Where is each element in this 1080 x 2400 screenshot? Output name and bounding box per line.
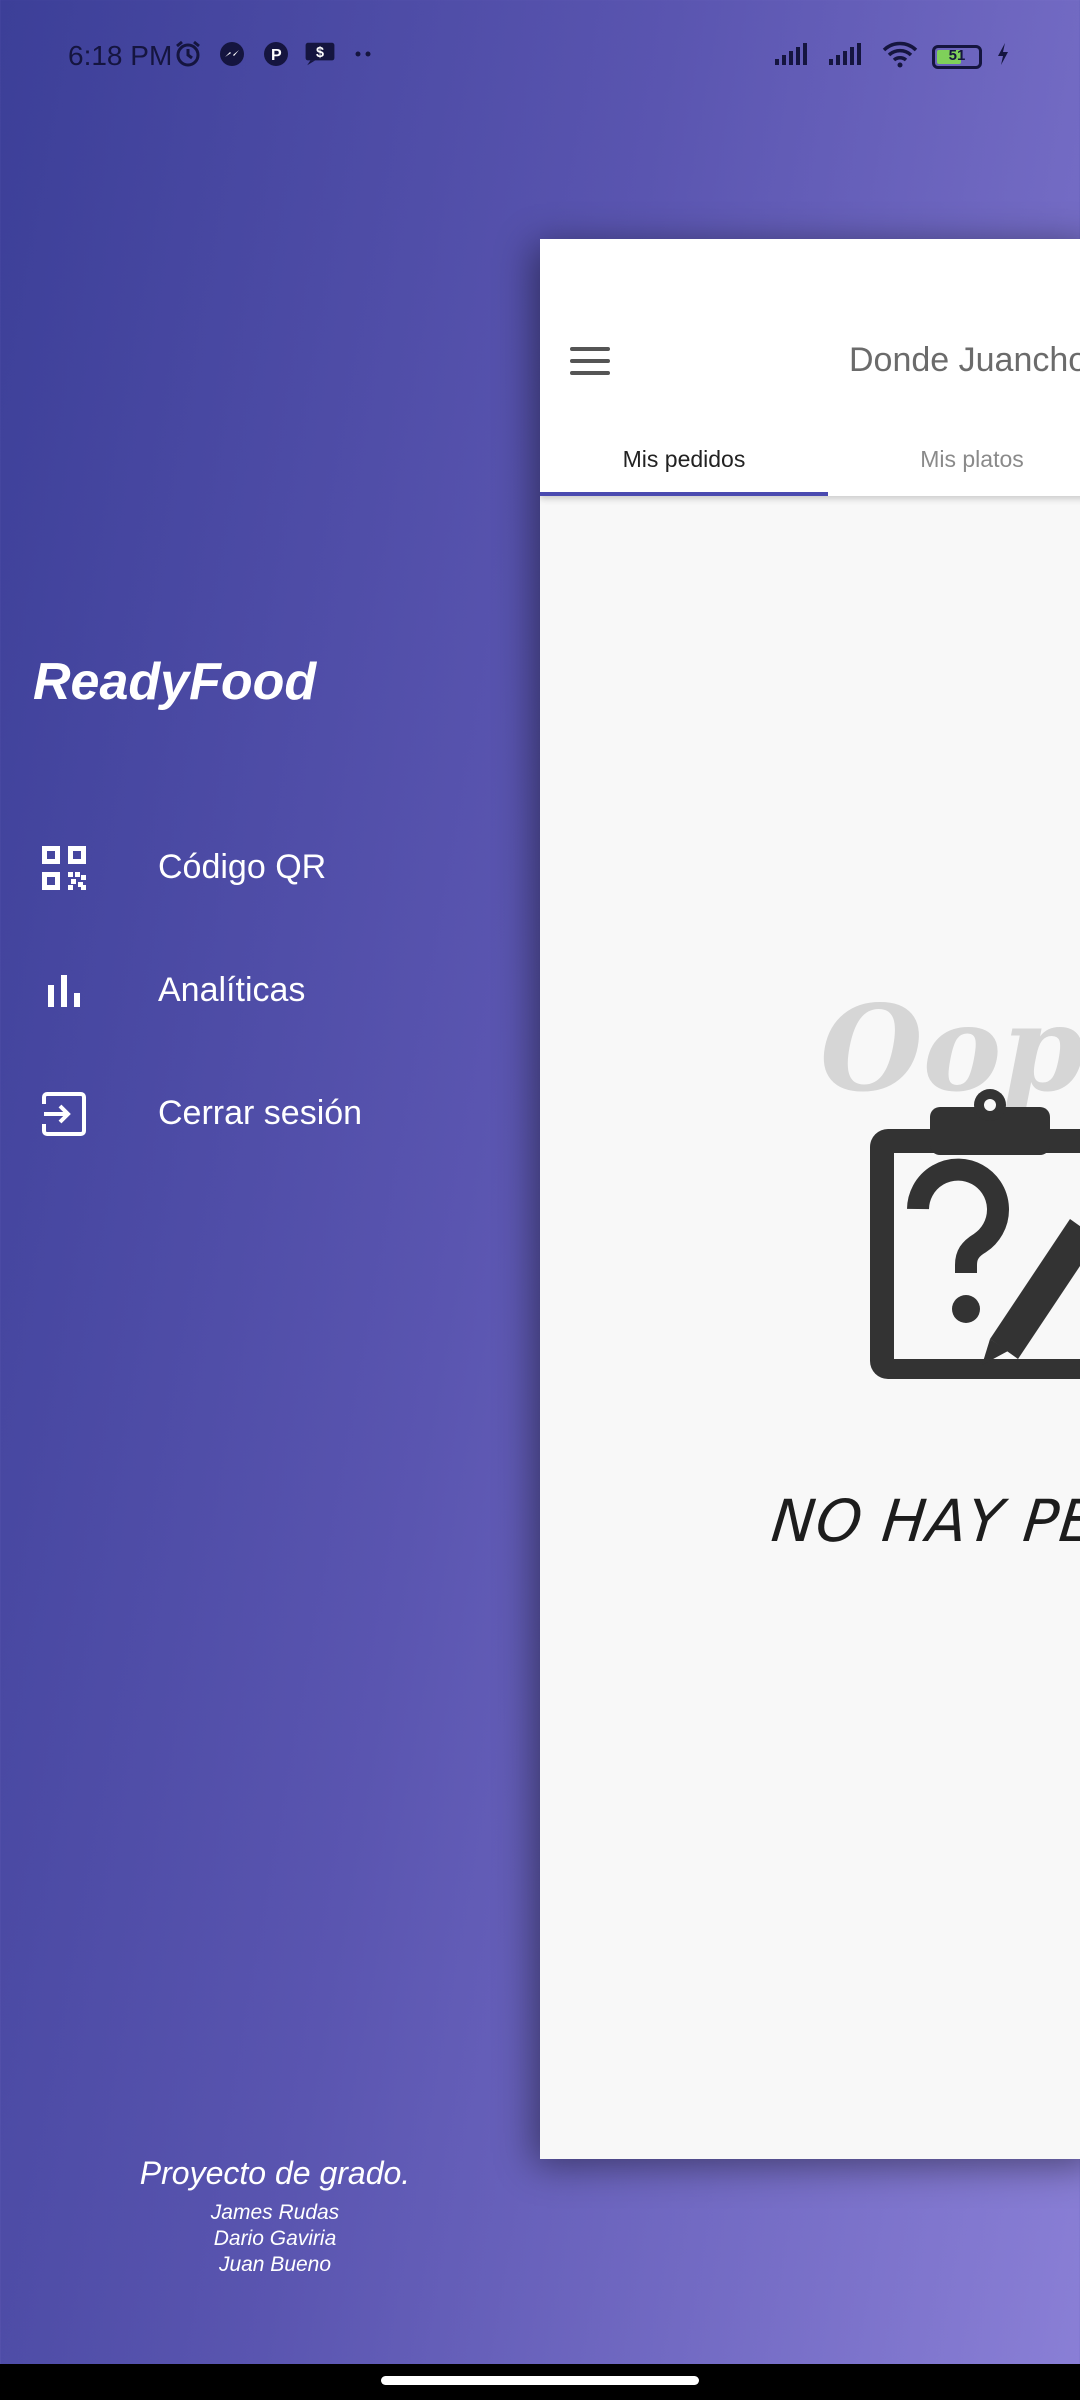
restaurant-title: Donde Juancho [849, 341, 1080, 379]
tab-bar: Mis pedidos Mis platos [540, 429, 1080, 496]
menu-item-logout[interactable]: Cerrar sesión [0, 1052, 520, 1175]
qr-code-icon [33, 837, 95, 899]
chat-dollar-icon: $ [304, 38, 336, 70]
alarm-icon [172, 38, 204, 70]
app-content-preview[interactable]: Donde Juancho Mis pedidos Mis platos Oop… [540, 239, 1080, 2159]
signal-icon [828, 42, 868, 71]
empty-state-message: NO HAY PEDIDOS [768, 1487, 1080, 1555]
drawer-menu: Código QR Analíticas Cerrar sesión [0, 806, 520, 1175]
credits-title: Proyecto de grado. [139, 2155, 411, 2191]
credits: Proyecto de grado. James Rudas Dario Gav… [0, 2155, 550, 2278]
app-bar: Donde Juancho Mis pedidos Mis platos [540, 239, 1080, 496]
clipboard-question-icon [860, 1089, 1080, 1394]
credits-name: James Rudas [210, 2201, 340, 2224]
battery-level: 51 [948, 46, 966, 64]
messenger-icon [216, 38, 248, 70]
menu-item-label: Cerrar sesión [158, 1094, 363, 1132]
status-bar: 6:18 PM P $ 51 [0, 0, 1080, 118]
system-icons: 51 [774, 40, 1010, 73]
bar-chart-icon [33, 960, 95, 1022]
app-p-icon: P [260, 38, 292, 70]
signal-icon [774, 42, 814, 71]
tab-my-orders[interactable]: Mis pedidos [540, 429, 828, 496]
credits-name: Juan Bueno [218, 2253, 332, 2276]
hamburger-menu-icon[interactable] [570, 347, 610, 375]
charging-icon [996, 42, 1010, 71]
tab-my-dishes[interactable]: Mis platos [828, 429, 1080, 496]
menu-item-analytics[interactable]: Analíticas [0, 929, 520, 1052]
menu-item-label: Analíticas [158, 971, 306, 1009]
logout-icon [33, 1083, 95, 1145]
drawer-app-title: ReadyFood [33, 653, 317, 711]
notification-icons: P $ [172, 38, 380, 70]
status-time: 6:18 PM [68, 40, 173, 71]
menu-item-label: Código QR [158, 848, 327, 886]
svg-text:P: P [271, 47, 282, 64]
wifi-icon [882, 40, 918, 73]
home-gesture-handle[interactable] [381, 2376, 699, 2385]
svg-text:$: $ [316, 45, 324, 61]
navigation-bar [0, 2364, 1080, 2400]
credits-name: Dario Gaviria [213, 2227, 337, 2250]
more-dots-icon [348, 38, 380, 70]
menu-item-qr-code[interactable]: Código QR [0, 806, 520, 929]
battery-icon: 51 [932, 44, 982, 69]
